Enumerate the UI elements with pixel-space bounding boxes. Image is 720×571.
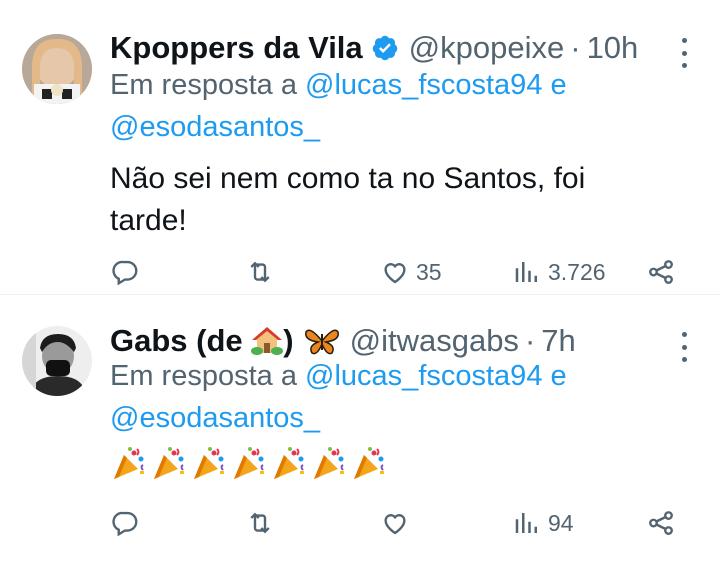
timestamp[interactable]: 10h: [587, 30, 639, 66]
retweet-icon: [250, 261, 270, 283]
reply-button[interactable]: [110, 508, 146, 538]
author-name-close: ): [283, 323, 294, 358]
author-handle[interactable]: @kpopeixe: [409, 30, 565, 66]
timestamp[interactable]: 7h: [541, 323, 575, 359]
views-icon: [515, 262, 537, 282]
reply-icon: [112, 260, 138, 286]
share-icon: [649, 260, 673, 284]
party-popper-emoji-icon: [194, 447, 224, 479]
share-button[interactable]: [646, 257, 676, 287]
party-popper-emoji-icon: [314, 447, 344, 479]
reply-button[interactable]: [110, 257, 146, 287]
mention-link[interactable]: @esodasantos_: [110, 111, 320, 143]
views-button[interactable]: 94: [512, 508, 574, 538]
author-name[interactable]: Gabs (de ): [110, 323, 294, 359]
verified-badge-icon: [371, 34, 399, 62]
views-icon: [515, 513, 537, 533]
party-popper-emoji-icon: [114, 447, 144, 479]
action-bar: 94: [110, 505, 680, 541]
reply-conjunction: e: [550, 360, 567, 392]
like-button[interactable]: [380, 508, 416, 538]
reply-context: Em resposta a @lucas_fscosta94 e @esodas…: [110, 355, 680, 439]
views-button[interactable]: 3.726: [512, 257, 606, 287]
party-popper-emoji-icon: [274, 447, 304, 479]
like-icon: [384, 514, 406, 535]
mention-link[interactable]: @lucas_fscosta94: [305, 360, 542, 392]
like-count: 35: [416, 258, 442, 285]
retweet-icon: [250, 512, 270, 534]
author-name[interactable]: Kpoppers da Vila: [110, 30, 363, 66]
action-bar: 35 3.726: [110, 254, 680, 290]
butterfly-emoji-icon: [304, 326, 340, 356]
avatar[interactable]: [22, 34, 92, 104]
party-popper-emoji-icon: [354, 447, 384, 479]
tweet-2[interactable]: Gabs (de ) @itwasgabs · 7h Em resposta a…: [0, 295, 720, 571]
separator-dot: ·: [570, 30, 581, 65]
view-count: 94: [548, 509, 574, 536]
like-button[interactable]: 35: [380, 257, 442, 287]
author-name-text: Gabs (de: [110, 323, 243, 358]
reply-context: Em resposta a @lucas_fscosta94 e @esodas…: [110, 64, 680, 148]
tweet-header: Kpoppers da Vila @kpopeixe · 10h: [110, 28, 670, 68]
mention-link[interactable]: @lucas_fscosta94: [305, 69, 542, 101]
tweet-1[interactable]: Kpoppers da Vila @kpopeixe · 10h Em resp…: [0, 0, 720, 295]
view-count: 3.726: [548, 258, 606, 285]
party-popper-emoji-icon: [154, 447, 184, 479]
mention-link[interactable]: @esodasantos_: [110, 402, 320, 434]
retweet-button[interactable]: [245, 508, 281, 538]
share-icon: [649, 511, 673, 535]
share-button[interactable]: [646, 508, 676, 538]
reply-prefix: Em resposta a: [110, 69, 297, 101]
retweet-button[interactable]: [245, 257, 281, 287]
reply-prefix: Em resposta a: [110, 360, 297, 392]
reply-icon: [112, 511, 138, 537]
tweet-text: 🎉🎉🎉🎉🎉🎉🎉: [110, 445, 660, 483]
author-handle[interactable]: @itwasgabs: [350, 323, 519, 359]
like-icon: [384, 263, 406, 284]
reply-conjunction: e: [550, 69, 567, 101]
separator-dot: ·: [524, 323, 536, 358]
avatar[interactable]: [22, 326, 92, 396]
party-popper-emoji-icon: [234, 447, 264, 479]
tweet-text: Não sei nem como ta no Santos, foi tarde…: [110, 162, 586, 237]
house-emoji-icon: [251, 327, 284, 355]
